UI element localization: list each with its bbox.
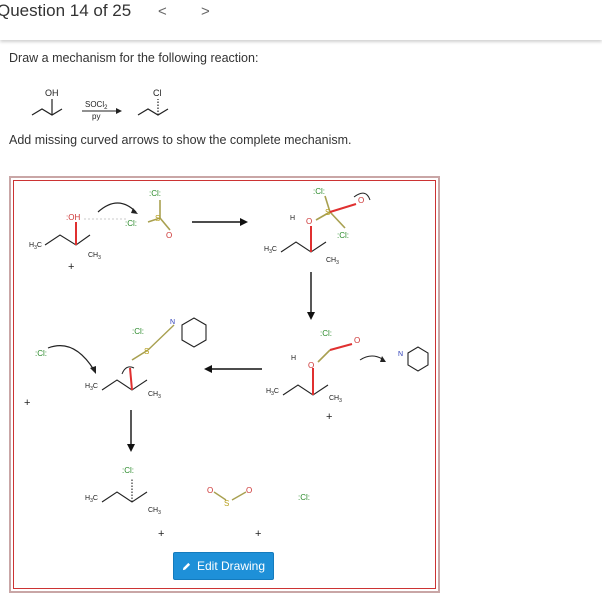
step3-intermediate: H3C CH3 H O :Cl: O N: [266, 329, 429, 404]
step2-intermediate: H3C CH3 H O S :Cl: :Cl: O: [264, 187, 371, 266]
step4-pyridine-n: N: [170, 319, 175, 326]
step2-ch3-label: CH3: [326, 257, 339, 266]
curved-arrow-1: [97, 202, 137, 213]
step1-cl-left: :Cl:: [125, 219, 137, 228]
step3-pyridine-ring: [407, 346, 429, 372]
so2-s-label: S: [224, 499, 229, 508]
step2-h-label: H: [290, 215, 295, 222]
step4-s-label: S: [144, 347, 149, 356]
step1-h3c-label: H3C: [29, 242, 42, 251]
step3-o-label: O: [308, 361, 314, 370]
step3-h-label: H: [291, 355, 296, 362]
so2-o-left: O: [207, 486, 213, 495]
step4-intermediate: :Cl: H3C CH3 :Cl: S N: [35, 317, 207, 400]
step2-s-label: S: [325, 208, 330, 217]
step2-o-label: O: [306, 217, 312, 226]
plus-sign-4: +: [24, 397, 30, 409]
product-cl-minus: :Cl:: [298, 493, 310, 502]
plus-sign-1: +: [68, 261, 74, 273]
step3-o2-label: O: [354, 336, 360, 345]
step3-cl-label: :Cl:: [320, 329, 332, 338]
product-alkyl-chloride: H3C CH3 :Cl:: [85, 466, 161, 516]
step2-o-minus-label: O: [358, 196, 364, 205]
product-so2: O S O: [207, 486, 252, 508]
plus-sign-6: +: [255, 528, 261, 540]
step1-cl-top: :Cl:: [149, 189, 161, 198]
step3-curved-arrow: [359, 355, 385, 361]
step3-h3c-label: H3C: [266, 388, 279, 397]
curved-arrow-4: [47, 345, 95, 371]
step1-socl2: :Cl: :Cl: S O: [125, 189, 172, 240]
step3-ch3-label: CH3: [329, 395, 342, 404]
step2-h3c-label: H3C: [264, 246, 277, 255]
plus-sign-5: +: [158, 528, 164, 540]
step2-cl-bottom: :Cl:: [337, 231, 349, 240]
step4-ch3-label: CH3: [148, 391, 161, 400]
step1-ch3-label: CH3: [88, 252, 101, 261]
pencil-icon: [182, 562, 191, 570]
step1-s-label: S: [155, 214, 160, 223]
step1-o-label: O: [166, 231, 172, 240]
product-ch3-label: CH3: [148, 507, 161, 516]
step1-oh-label: :OH: [66, 213, 80, 222]
plus-sign-3: +: [326, 411, 332, 423]
product-cl-label: :Cl:: [122, 466, 134, 475]
step1-alcohol: :OH H3C CH3: [29, 202, 138, 261]
step3-pyridine-n: N: [398, 351, 403, 358]
product-h3c-label: H3C: [85, 495, 98, 504]
step4-pyridine-ring: [181, 317, 207, 348]
mechanism-drawing: :OH H3C CH3 + :Cl: :Cl: S O H3C CH3 H O …: [24, 187, 429, 540]
edit-drawing-button[interactable]: Edit Drawing: [173, 552, 274, 580]
step4-cl-minus: :Cl:: [35, 349, 47, 358]
edit-drawing-label: Edit Drawing: [196, 559, 266, 573]
step2-cl-top: :Cl:: [313, 187, 325, 196]
so2-o-right: O: [246, 486, 252, 495]
step4-h3c-label: H3C: [85, 383, 98, 392]
step4-cl-label: :Cl:: [132, 327, 144, 336]
